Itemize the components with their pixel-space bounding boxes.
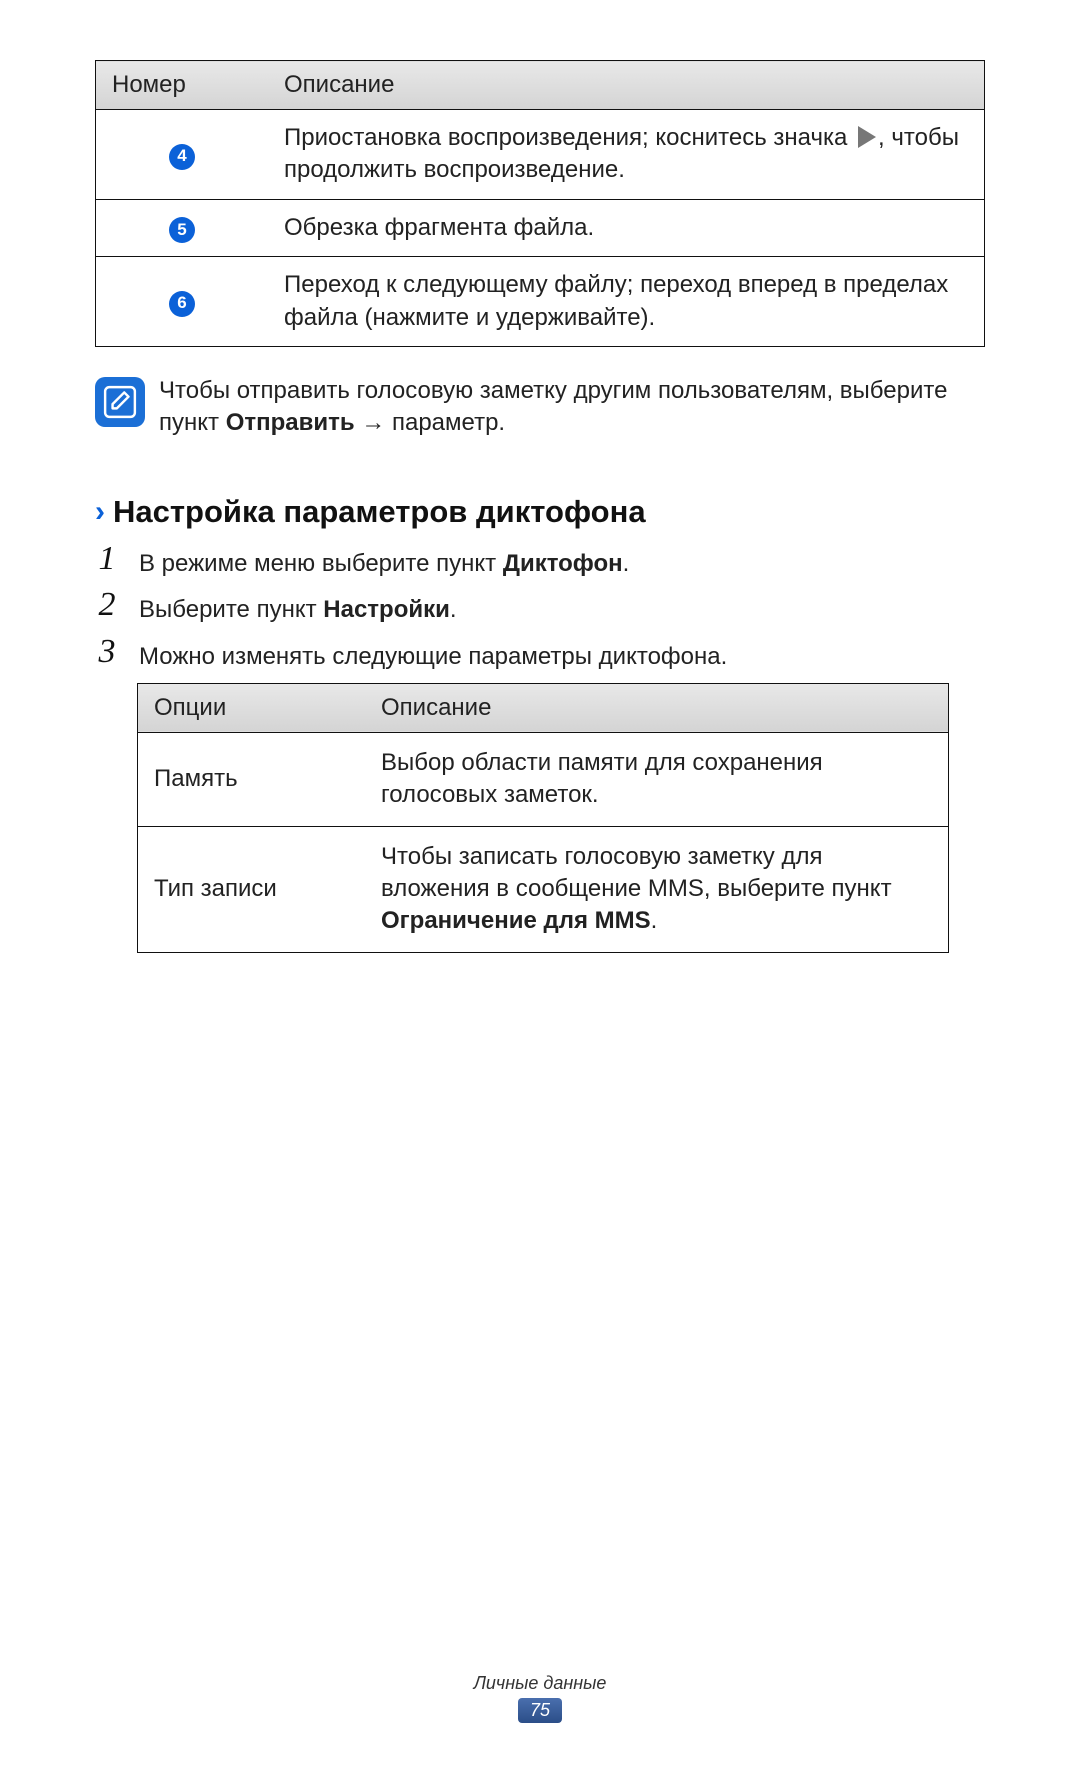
table-row: 6 Переход к следующему файлу; переход вп…: [96, 257, 985, 347]
opt-rectype-desc: Чтобы записать голосовую заметку для вло…: [365, 826, 949, 952]
step1-post: .: [623, 550, 630, 577]
table2-header-option: Опции: [138, 683, 366, 732]
play-icon: [858, 126, 876, 148]
number-badge-icon: 5: [169, 217, 195, 243]
table1-header-desc: Описание: [268, 61, 985, 110]
step1-bold: Диктофон: [503, 550, 623, 577]
table1-header-number: Номер: [96, 61, 269, 110]
step-number: 2: [95, 588, 119, 622]
rectype-pre: Чтобы записать голосовую заметку для вло…: [381, 843, 892, 902]
row5-desc: Обрезка фрагмента файла.: [268, 199, 985, 256]
row4-desc: Приостановка воспроизведения; коснитесь …: [268, 110, 985, 200]
rectype-post: .: [651, 907, 658, 934]
opt-rectype: Тип записи: [138, 826, 366, 952]
step-item: 2 Выберите пункт Настройки.: [95, 590, 985, 626]
controls-table: Номер Описание 4 Приостановка воспроизве…: [95, 60, 985, 347]
note-text-bold: Отправить: [226, 409, 355, 436]
step-number: 1: [95, 542, 119, 576]
steps-list: 1 В режиме меню выберите пункт Диктофон.…: [95, 544, 985, 673]
table2-header-desc: Описание: [365, 683, 949, 732]
table-row: Тип записи Чтобы записать голосовую заме…: [138, 826, 949, 952]
step-text: В режиме меню выберите пункт Диктофон.: [139, 544, 629, 580]
page-number-badge: 75: [518, 1698, 562, 1723]
step-text: Выберите пункт Настройки.: [139, 590, 457, 626]
opt-memory: Память: [138, 732, 366, 826]
step3-pre: Можно изменять следующие параметры дикто…: [139, 643, 727, 670]
footer-section-label: Личные данные: [0, 1673, 1080, 1694]
row4-desc-pre: Приостановка воспроизведения; коснитесь …: [284, 124, 854, 151]
table-row: 5 Обрезка фрагмента файла.: [96, 199, 985, 256]
step-text: Можно изменять следующие параметры дикто…: [139, 637, 727, 673]
step-number: 3: [95, 635, 119, 669]
step-item: 3 Можно изменять следующие параметры дик…: [95, 637, 985, 673]
note-text: Чтобы отправить голосовую заметку другим…: [159, 375, 985, 440]
step-item: 1 В режиме меню выберите пункт Диктофон.: [95, 544, 985, 580]
note-block: Чтобы отправить голосовую заметку другим…: [95, 375, 985, 440]
heading-text: Настройка параметров диктофона: [113, 494, 646, 530]
step2-bold: Настройки: [323, 596, 450, 623]
opt-memory-desc: Выбор области памяти для сохранения голо…: [365, 732, 949, 826]
table-row: Память Выбор области памяти для сохранен…: [138, 732, 949, 826]
section-heading: › Настройка параметров диктофона: [95, 494, 985, 530]
note-text-post: параметр.: [392, 409, 505, 436]
step1-pre: В режиме меню выберите пункт: [139, 550, 503, 577]
note-arrow: →: [355, 409, 392, 436]
number-badge-icon: 6: [169, 291, 195, 317]
note-pencil-icon: [95, 377, 145, 427]
chevron-right-icon: ›: [95, 495, 105, 529]
page-footer: Личные данные 75: [0, 1673, 1080, 1723]
step2-post: .: [450, 596, 457, 623]
row6-desc: Переход к следующему файлу; переход впер…: [268, 257, 985, 347]
options-table: Опции Описание Память Выбор области памя…: [137, 683, 949, 953]
number-badge-icon: 4: [169, 144, 195, 170]
step2-pre: Выберите пункт: [139, 596, 323, 623]
table-row: 4 Приостановка воспроизведения; коснитес…: [96, 110, 985, 200]
rectype-bold: Ограничение для MMS: [381, 907, 651, 934]
